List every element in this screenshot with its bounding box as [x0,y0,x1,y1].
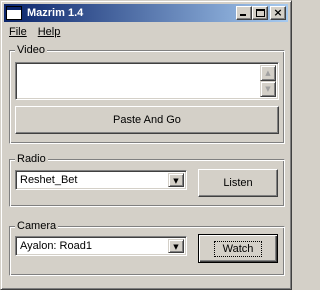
window-title: Mazrim 1.4 [27,7,84,19]
maximize-button[interactable] [252,6,268,20]
camera-dropdown-button[interactable]: ▼ [168,239,184,253]
scroll-down-button[interactable]: ▼ [260,81,276,97]
chevron-down-icon: ▼ [173,177,179,185]
paste-and-go-label: Paste And Go [113,114,181,126]
listen-label: Listen [223,177,253,189]
maximize-icon [256,9,265,17]
video-url-textarea[interactable]: ▲ ▼ [15,62,279,100]
scroll-up-icon: ▲ [265,69,271,77]
menu-help[interactable]: Help [33,26,67,38]
camera-group-label: Camera [15,220,59,232]
menu-file-label: File [9,26,27,38]
paste-and-go-button[interactable]: Paste And Go [15,106,279,134]
scroll-up-button[interactable]: ▲ [260,65,276,81]
camera-value: Ayalon: Road1 [20,240,92,252]
listen-button[interactable]: Listen [198,169,278,197]
menu-bar: File Help [4,23,66,41]
camera-group: Camera Ayalon: Road1 ▼ Watch [9,220,285,276]
camera-select[interactable]: Ayalon: Road1 ▼ [15,236,187,256]
video-group-label: Video [15,44,47,56]
app-window-icon[interactable] [6,6,22,20]
video-group: Video ▲ ▼ Paste And Go [9,44,285,144]
title-bar[interactable]: Mazrim 1.4 × [4,4,288,22]
radio-station-value: Reshet_Bet [20,174,78,186]
scroll-down-icon: ▼ [265,85,271,93]
chevron-down-icon: ▼ [173,243,179,251]
minimize-icon [240,14,246,16]
watch-button[interactable]: Watch [198,234,278,263]
window-controls: × [236,6,286,20]
menu-file[interactable]: File [4,26,33,38]
radio-group: Radio Reshet_Bet ▼ Listen [9,153,285,207]
minimize-button[interactable] [236,6,252,20]
video-url-scrollbar[interactable]: ▲ ▼ [260,65,276,97]
close-icon: × [273,6,283,19]
watch-label: Watch [222,242,254,255]
watch-focus-rect: Watch [213,240,263,257]
radio-dropdown-button[interactable]: ▼ [168,173,184,187]
radio-group-label: Radio [15,153,48,165]
close-button[interactable]: × [270,6,286,20]
radio-station-select[interactable]: Reshet_Bet ▼ [15,170,187,190]
app-window: Mazrim 1.4 × File Help Video ▲ ▼ Paste A… [0,0,292,290]
menu-help-label: Help [37,26,61,38]
